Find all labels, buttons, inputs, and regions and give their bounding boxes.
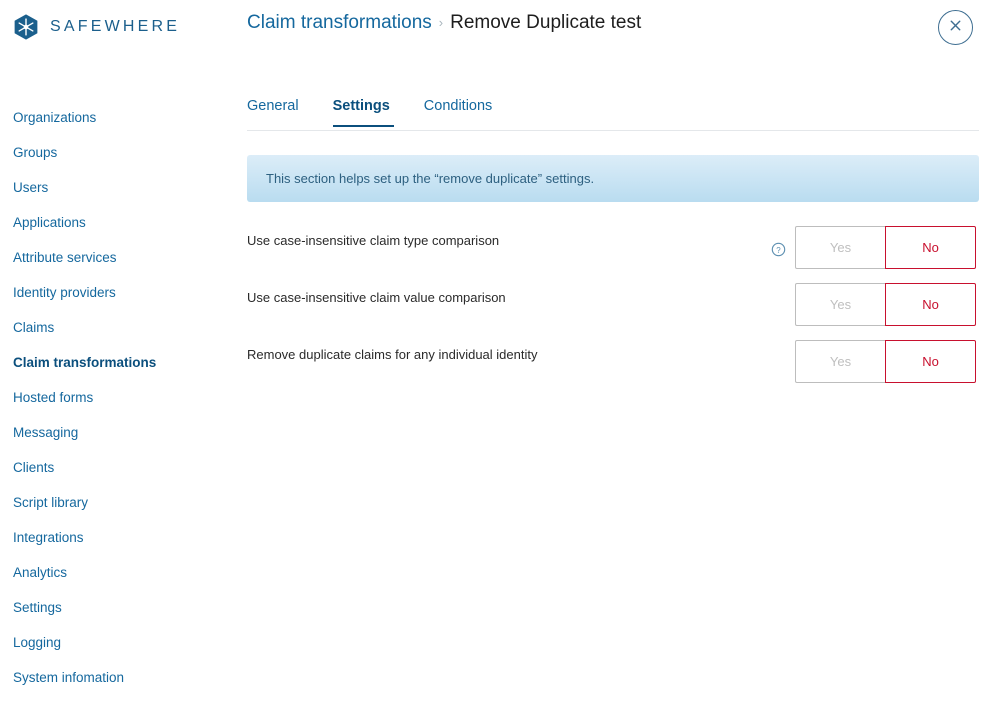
- setting-row: Remove duplicate claims for any individu…: [247, 340, 979, 397]
- sidebar-item-identity-providers[interactable]: Identity providers: [0, 275, 210, 310]
- setting-row: Use case-insensitive claim type comparis…: [247, 226, 979, 283]
- sidebar-nav: Organizations Groups Users Applications Attr…: [0, 100, 210, 695]
- setting-row: Use case-insensitive claim value compari…: [247, 283, 979, 340]
- sidebar-item-clients[interactable]: Clients: [0, 450, 210, 485]
- settings-list: Use case-insensitive claim type comparis…: [247, 226, 979, 397]
- snowflake-hexagon-icon: [12, 13, 40, 41]
- sidebar-item-system-infomation[interactable]: System infomation: [0, 660, 210, 695]
- brand-name: SAFEWHERE: [50, 18, 181, 35]
- sidebar-item-organizations[interactable]: Organizations: [0, 100, 210, 135]
- tab-general[interactable]: General: [247, 98, 333, 126]
- sidebar-item-hosted-forms[interactable]: Hosted forms: [0, 380, 210, 415]
- breadcrumb-parent-link[interactable]: Claim transformations: [247, 12, 432, 34]
- close-icon: [948, 18, 963, 38]
- sidebar-item-messaging[interactable]: Messaging: [0, 415, 210, 450]
- toggle-option-yes[interactable]: Yes: [795, 283, 886, 326]
- sidebar-item-attribute-services[interactable]: Attribute services: [0, 240, 210, 275]
- yes-no-toggle-group: Yes No: [795, 340, 976, 383]
- sidebar-item-integrations[interactable]: Integrations: [0, 520, 210, 555]
- brand-logo: SAFEWHERE: [12, 13, 180, 41]
- toggle-option-no[interactable]: No: [885, 226, 976, 269]
- close-button[interactable]: [938, 10, 973, 45]
- sidebar-item-analytics[interactable]: Analytics: [0, 555, 210, 590]
- sidebar-item-claim-transformations[interactable]: Claim transformations: [0, 345, 210, 380]
- yes-no-toggle-group: Yes No: [795, 226, 976, 269]
- toggle-option-no[interactable]: No: [885, 340, 976, 383]
- app-root: SAFEWHERE Claim transformations › Remove…: [0, 0, 996, 702]
- breadcrumb-current: Remove Duplicate test: [450, 12, 642, 33]
- info-banner-text: This section helps set up the “remove du…: [266, 171, 595, 186]
- main-panel: General Settings Conditions This section h…: [247, 98, 979, 397]
- sidebar-item-claims[interactable]: Claims: [0, 310, 210, 345]
- sidebar-item-users[interactable]: Users: [0, 170, 210, 205]
- toggle-option-no[interactable]: No: [885, 283, 976, 326]
- sidebar-item-groups[interactable]: Groups: [0, 135, 210, 170]
- setting-label: Use case-insensitive claim type comparis…: [247, 233, 500, 248]
- tab-settings[interactable]: Settings: [332, 98, 424, 127]
- toggle-option-yes[interactable]: Yes: [795, 226, 886, 269]
- breadcrumb: Claim transformations › Remove Duplicate…: [247, 12, 641, 34]
- tab-bar: General Settings Conditions: [247, 98, 979, 131]
- toggle-option-yes[interactable]: Yes: [795, 340, 886, 383]
- sidebar-item-logging[interactable]: Logging: [0, 625, 210, 660]
- help-circle-icon[interactable]: ?: [771, 242, 786, 257]
- info-banner: This section helps set up the “remove du…: [247, 155, 979, 202]
- tab-conditions[interactable]: Conditions: [424, 98, 523, 126]
- sidebar-item-script-library[interactable]: Script library: [0, 485, 210, 520]
- yes-no-toggle-group: Yes No: [795, 283, 976, 326]
- svg-text:?: ?: [776, 246, 781, 255]
- setting-label: Use case-insensitive claim value compari…: [247, 290, 506, 305]
- sidebar-item-settings[interactable]: Settings: [0, 590, 210, 625]
- app-header: SAFEWHERE Claim transformations › Remove…: [0, 0, 996, 58]
- setting-label: Remove duplicate claims for any individu…: [247, 347, 538, 362]
- breadcrumb-separator-icon: ›: [438, 15, 444, 30]
- sidebar-item-applications[interactable]: Applications: [0, 205, 210, 240]
